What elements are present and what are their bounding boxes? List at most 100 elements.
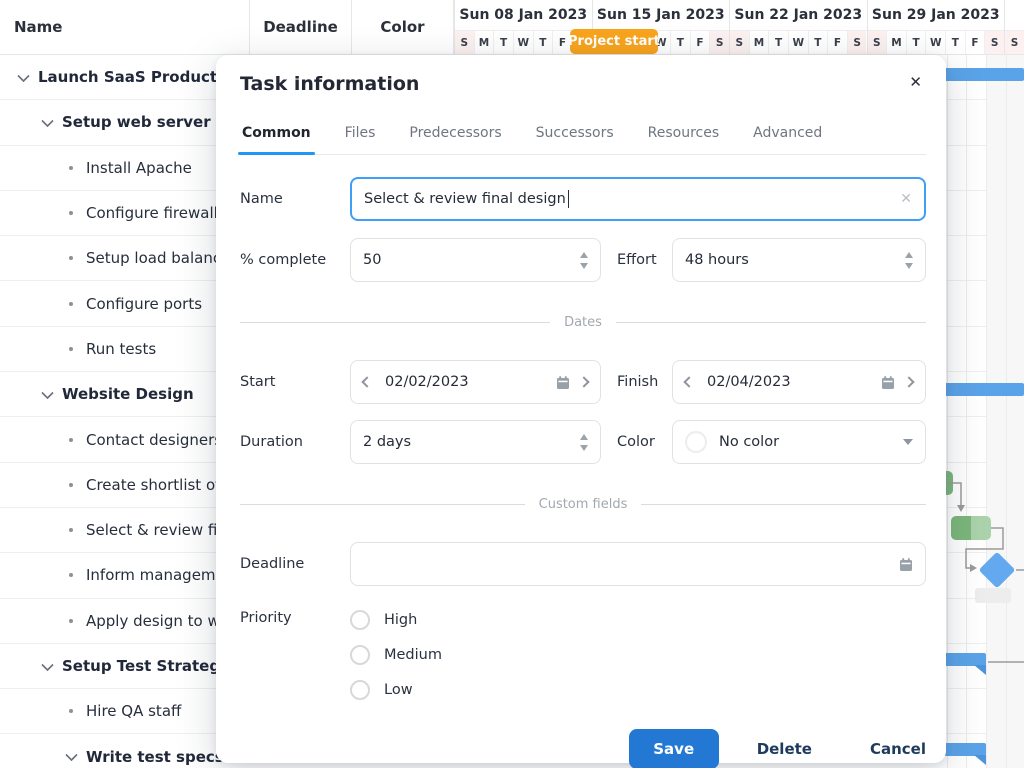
start-date-input[interactable]: 02/02/2023 — [350, 360, 601, 404]
spinner-arrows[interactable] — [905, 252, 913, 269]
percent-complete-input[interactable]: 50 — [350, 238, 601, 282]
bullet-icon — [56, 709, 86, 713]
deadline-input[interactable] — [350, 542, 926, 586]
close-icon[interactable]: ✕ — [905, 73, 926, 92]
timeline-week: S — [1004, 0, 1024, 54]
spinner-arrows[interactable] — [580, 252, 588, 269]
day-letter-cell: T — [945, 31, 965, 54]
day-letter-cell: W — [513, 31, 533, 54]
priority-option-medium[interactable]: Medium — [350, 637, 926, 672]
cancel-button[interactable]: Cancel — [870, 740, 926, 758]
tab-advanced[interactable]: Advanced — [751, 115, 824, 154]
save-button[interactable]: Save — [629, 729, 719, 768]
task-label: Launch SaaS Product — [38, 68, 217, 86]
project-start-label: Project start — [570, 29, 658, 54]
day-letter-cell: M — [886, 31, 906, 54]
spin-down-icon[interactable] — [580, 445, 588, 451]
spin-up-icon[interactable] — [905, 252, 913, 258]
effort-input[interactable]: 48 hours — [672, 238, 926, 282]
priority-option-label: Low — [384, 682, 413, 698]
task-label: Setup Test Strategy — [62, 657, 230, 675]
day-letter-cell: S — [1005, 31, 1024, 54]
task-label: Configure firewall — [86, 204, 218, 222]
color-label: Color — [601, 434, 672, 450]
bullet-icon — [56, 256, 86, 260]
timeline-week: Sun 29 Jan 2023SMTWTFS — [867, 0, 1005, 54]
chevron-right-icon[interactable] — [578, 376, 589, 387]
task-label: Website Design — [62, 385, 194, 403]
chevron-down-icon[interactable] — [8, 73, 38, 82]
dates-divider: Dates — [240, 314, 926, 330]
deadline-label: Deadline — [240, 556, 350, 572]
gantt-app: Name Deadline Color Sun 08 Jan 2023SMTWT… — [0, 0, 1024, 768]
custom-fields-divider: Custom fields — [240, 496, 926, 512]
color-swatch-icon — [685, 431, 707, 453]
effort-label: Effort — [601, 252, 672, 268]
day-letter-cell: M — [474, 31, 494, 54]
chevron-down-icon[interactable] — [32, 662, 62, 671]
day-letter-cell: F — [965, 31, 985, 54]
color-dropdown[interactable]: No color — [672, 420, 926, 464]
task-label: Hire QA staff — [86, 702, 181, 720]
radio-icon[interactable] — [350, 610, 370, 630]
day-letter-cell: T — [670, 31, 690, 54]
grid-header: Name Deadline Color — [0, 0, 454, 55]
spin-down-icon[interactable] — [580, 263, 588, 269]
duration-input[interactable]: 2 days — [350, 420, 601, 464]
spin-down-icon[interactable] — [905, 263, 913, 269]
bullet-icon — [56, 211, 86, 215]
dialog-tabs: Common Files Predecessors Successors Resourc… — [240, 115, 926, 155]
tab-common[interactable]: Common — [240, 115, 313, 154]
start-date-value: 02/02/2023 — [385, 374, 469, 390]
priority-option-low[interactable]: Low — [350, 672, 926, 707]
calendar-icon[interactable] — [556, 375, 570, 390]
duration-value: 2 days — [363, 434, 411, 450]
priority-option-high[interactable]: High — [350, 602, 926, 637]
effort-value: 48 hours — [685, 252, 749, 268]
bullet-icon — [56, 302, 86, 306]
chevron-right-icon[interactable] — [903, 376, 914, 387]
chevron-down-icon[interactable] — [32, 390, 62, 399]
calendar-icon[interactable] — [899, 557, 913, 572]
bullet-icon — [56, 573, 86, 577]
timeline-header: Sun 08 Jan 2023SMTWTFSSun 15 Jan 2023SMT… — [454, 0, 1024, 55]
percent-complete-label: % complete — [240, 252, 350, 268]
duration-label: Duration — [240, 434, 350, 450]
dialog-footer: Save Delete Cancel — [240, 729, 926, 768]
day-letter-cell: F — [827, 31, 847, 54]
clear-icon[interactable]: ✕ — [900, 191, 912, 207]
day-letter-cell: F — [690, 31, 710, 54]
chevron-down-icon[interactable] — [56, 752, 86, 761]
tab-successors[interactable]: Successors — [534, 115, 616, 154]
finish-date-value: 02/04/2023 — [707, 374, 791, 390]
chevron-left-icon[interactable] — [361, 376, 372, 387]
day-letter-cell: S — [455, 31, 474, 54]
radio-icon[interactable] — [350, 645, 370, 665]
task-label: Configure ports — [86, 295, 202, 313]
task-label: Setup load balancer — [86, 249, 236, 267]
day-letter-cell: S — [847, 31, 867, 54]
chevron-left-icon[interactable] — [683, 376, 694, 387]
day-letter-cell: S — [868, 31, 887, 54]
radio-icon[interactable] — [350, 680, 370, 700]
bullet-icon — [56, 619, 86, 623]
tab-files[interactable]: Files — [343, 115, 378, 154]
tab-predecessors[interactable]: Predecessors — [407, 115, 503, 154]
week-label: Sun 22 Jan 2023 — [730, 0, 867, 30]
column-header-deadline[interactable]: Deadline — [250, 0, 352, 54]
spin-up-icon[interactable] — [580, 252, 588, 258]
chevron-down-icon[interactable] — [903, 439, 913, 445]
spinner-arrows[interactable] — [580, 434, 588, 451]
delete-button[interactable]: Delete — [757, 740, 812, 758]
column-header-name[interactable]: Name — [0, 0, 250, 54]
bullet-icon — [56, 438, 86, 442]
spin-up-icon[interactable] — [580, 434, 588, 440]
tab-resources[interactable]: Resources — [646, 115, 722, 154]
column-header-color[interactable]: Color — [352, 0, 454, 54]
finish-date-input[interactable]: 02/04/2023 — [672, 360, 926, 404]
name-label: Name — [240, 191, 350, 207]
task-label: Setup web server — [62, 113, 211, 131]
chevron-down-icon[interactable] — [32, 118, 62, 127]
name-input[interactable]: Select & review final design ✕ — [350, 177, 926, 221]
calendar-icon[interactable] — [881, 375, 895, 390]
